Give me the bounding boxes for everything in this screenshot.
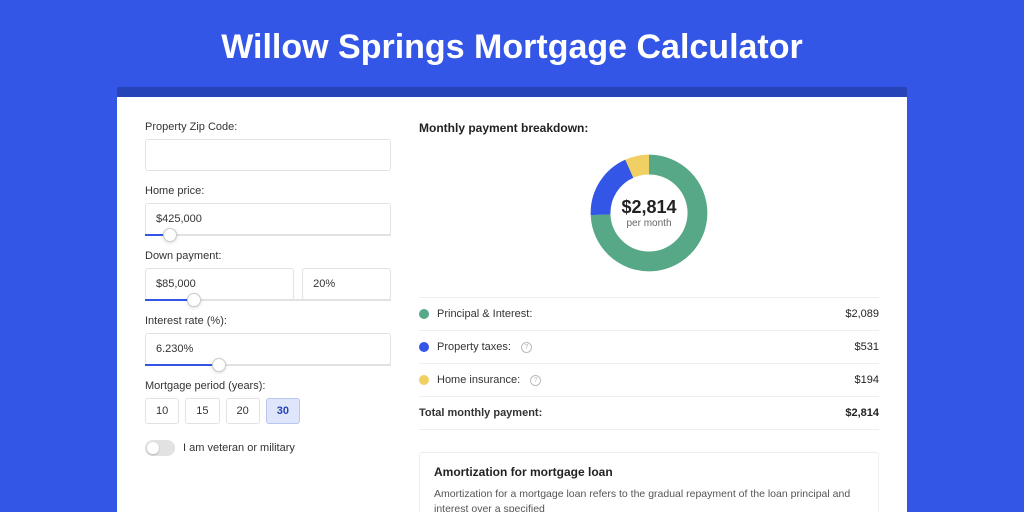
amortization-card: Amortization for mortgage loan Amortizat… <box>419 452 879 512</box>
interest-label: Interest rate (%): <box>145 315 391 327</box>
legend: Principal & Interest: $2,089 Property ta… <box>419 297 879 430</box>
period-label: Mortgage period (years): <box>145 380 391 392</box>
legend-row-total: Total monthly payment: $2,814 <box>419 397 879 430</box>
field-interest: Interest rate (%): <box>145 315 391 366</box>
legend-row-insurance: Home insurance: ? $194 <box>419 364 879 397</box>
period-btn-30[interactable]: 30 <box>266 398 300 424</box>
dot-icon <box>419 309 429 319</box>
dot-icon <box>419 375 429 385</box>
legend-label: Property taxes: <box>437 341 511 353</box>
home-price-label: Home price: <box>145 185 391 197</box>
donut-wrap: $2,814 per month <box>419 149 879 277</box>
down-payment-pct-input[interactable] <box>302 268 391 300</box>
legend-value: $2,089 <box>845 308 879 320</box>
veteran-toggle-row: I am veteran or military <box>145 440 391 456</box>
home-price-input[interactable] <box>145 203 391 235</box>
period-btn-15[interactable]: 15 <box>185 398 219 424</box>
legend-label: Home insurance: <box>437 374 520 386</box>
amort-text: Amortization for a mortgage loan refers … <box>434 487 864 512</box>
down-payment-slider[interactable] <box>145 299 391 301</box>
amort-title: Amortization for mortgage loan <box>434 465 864 479</box>
period-btn-10[interactable]: 10 <box>145 398 179 424</box>
legend-value: $531 <box>855 341 879 353</box>
toggle-knob <box>147 442 159 454</box>
inputs-panel: Property Zip Code: Home price: Down paym… <box>145 121 391 512</box>
veteran-toggle[interactable] <box>145 440 175 456</box>
field-home-price: Home price: <box>145 185 391 236</box>
calculator-card: Property Zip Code: Home price: Down paym… <box>117 97 907 512</box>
slider-thumb[interactable] <box>212 358 226 372</box>
dot-icon <box>419 342 429 352</box>
slider-thumb[interactable] <box>187 293 201 307</box>
info-icon[interactable]: ? <box>521 342 532 353</box>
breakdown-panel: Monthly payment breakdown: $2,814 per mo… <box>419 121 879 512</box>
zip-input[interactable] <box>145 139 391 171</box>
page-title: Willow Springs Mortgage Calculator <box>0 0 1024 87</box>
home-price-slider[interactable] <box>145 234 391 236</box>
info-icon[interactable]: ? <box>530 375 541 386</box>
field-down-payment: Down payment: <box>145 250 391 301</box>
legend-label: Principal & Interest: <box>437 308 532 320</box>
down-payment-input[interactable] <box>145 268 294 300</box>
donut-chart: $2,814 per month <box>585 149 713 277</box>
interest-input[interactable] <box>145 333 391 365</box>
donut-sub: per month <box>626 218 671 229</box>
veteran-label: I am veteran or military <box>183 442 295 454</box>
legend-value: $194 <box>855 374 879 386</box>
field-zip: Property Zip Code: <box>145 121 391 171</box>
slider-thumb[interactable] <box>163 228 177 242</box>
donut-value: $2,814 <box>621 197 676 218</box>
total-value: $2,814 <box>845 407 879 419</box>
zip-label: Property Zip Code: <box>145 121 391 133</box>
down-payment-label: Down payment: <box>145 250 391 262</box>
interest-slider[interactable] <box>145 364 391 366</box>
legend-row-principal: Principal & Interest: $2,089 <box>419 298 879 331</box>
total-label: Total monthly payment: <box>419 407 542 419</box>
period-btn-20[interactable]: 20 <box>226 398 260 424</box>
legend-row-taxes: Property taxes: ? $531 <box>419 331 879 364</box>
card-shadow: Property Zip Code: Home price: Down paym… <box>117 87 907 512</box>
donut-center: $2,814 per month <box>585 149 713 277</box>
breakdown-title: Monthly payment breakdown: <box>419 121 879 135</box>
period-buttons: 10 15 20 30 <box>145 398 391 424</box>
field-period: Mortgage period (years): 10 15 20 30 <box>145 380 391 424</box>
